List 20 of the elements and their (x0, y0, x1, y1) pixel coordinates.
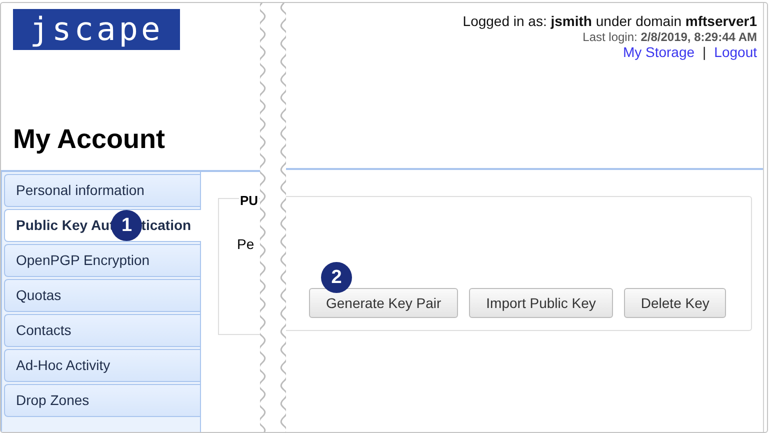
action-button[interactable]: Delete Key (624, 288, 726, 318)
logout-link[interactable]: Logout (714, 44, 757, 61)
field-label: Pe (237, 236, 254, 252)
link-separator: | (702, 44, 706, 61)
sidebar-item[interactable]: OpenPGP Encryption (4, 244, 200, 277)
sidebar-item[interactable]: Contacts (4, 314, 200, 347)
callout-badge: 2 (321, 262, 352, 293)
sidebar-item[interactable]: Personal information (4, 174, 200, 207)
last-login: Last login: 2/8/2019, 8:29:44 AM (582, 30, 757, 44)
callout-badge: 1 (111, 210, 142, 241)
sidebar-item[interactable]: Drop Zones (4, 384, 200, 417)
section-legend: PU (239, 193, 260, 208)
logo: jscape (13, 9, 180, 50)
page-title: My Account (13, 124, 166, 155)
sidebar-item[interactable]: Ad-Hoc Activity (4, 349, 200, 382)
action-button[interactable]: Generate Key Pair (309, 288, 458, 318)
action-button[interactable]: Import Public Key (469, 288, 613, 318)
my-storage-link[interactable]: My Storage (622, 44, 695, 61)
sidebar-item[interactable]: Quotas (4, 279, 200, 312)
user-info: Logged in as: jsmith under domain mftserver1 (462, 13, 757, 30)
